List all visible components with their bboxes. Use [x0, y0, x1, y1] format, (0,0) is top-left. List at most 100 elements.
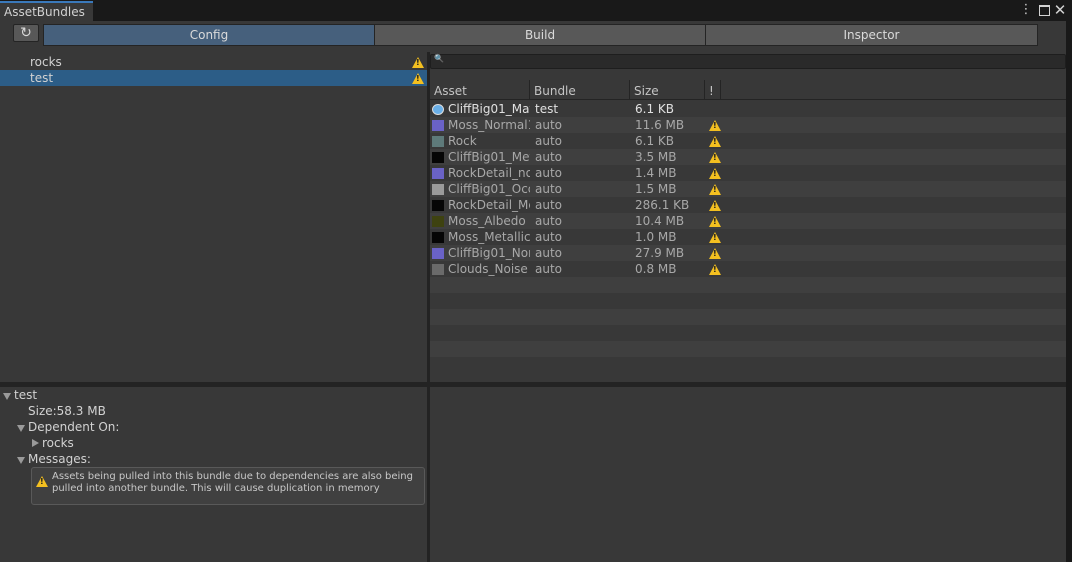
table-row[interactable]: CliffBig01_Nor auto 27.9 MB [430, 245, 1066, 261]
warning-icon [709, 120, 721, 131]
warning-icon [709, 216, 721, 227]
texture-icon [432, 168, 444, 179]
tab-config[interactable]: Config [43, 24, 375, 46]
texture-icon [432, 120, 444, 131]
table-row[interactable]: Moss_Albedo auto 10.4 MB [430, 213, 1066, 229]
texture-icon [432, 264, 444, 275]
asset-bundle: auto [535, 166, 563, 180]
texture-icon [432, 248, 444, 259]
asset-bundle: auto [535, 230, 563, 244]
empty-row [430, 357, 1066, 373]
message-box: Assets being pulled into this bundle due… [31, 467, 425, 505]
asset-size: 1.4 MB [635, 166, 677, 180]
title-bar [0, 0, 1072, 21]
window-edge [1066, 21, 1072, 562]
asset-table: Asset Bundle Size ! CliffBig01_Mat test 6.… [430, 74, 1066, 382]
close-icon[interactable]: ✕ [1053, 0, 1067, 20]
asset-bundle: auto [535, 262, 563, 276]
table-row[interactable]: Moss_Metallic auto 1.0 MB [430, 229, 1066, 245]
asset-name: CliffBig01_Mat [448, 102, 530, 116]
asset-bundle: auto [535, 182, 563, 196]
asset-size: 1.0 MB [635, 230, 677, 244]
asset-size: 0.8 MB [635, 262, 677, 276]
empty-panel [430, 387, 1066, 562]
tab-inspector[interactable]: Inspector [705, 24, 1038, 46]
column-header-size[interactable]: Size [630, 80, 705, 100]
texture-icon [432, 216, 444, 227]
bundle-name: rocks [30, 55, 62, 69]
warning-icon [36, 476, 48, 487]
search-icon: 🔍 [434, 54, 444, 63]
refresh-button[interactable]: ↻ [13, 24, 39, 42]
warning-icon [709, 184, 721, 195]
column-header-bundle[interactable]: Bundle [530, 80, 630, 100]
asset-size: 6.1 KB [635, 102, 674, 116]
warning-icon [709, 248, 721, 259]
asset-size: 286.1 KB [635, 198, 690, 212]
asset-bundle: auto [535, 150, 563, 164]
shader-icon [432, 136, 444, 147]
warning-icon [412, 73, 424, 84]
search-field[interactable]: 🔍 [430, 54, 1066, 69]
table-row[interactable]: Rock auto 6.1 KB [430, 133, 1066, 149]
refresh-icon: ↻ [20, 25, 32, 41]
empty-row [430, 293, 1066, 309]
table-row[interactable]: CliffBig01_Mat test 6.1 KB [430, 101, 1066, 117]
table-row[interactable]: RockDetail_no auto 1.4 MB [430, 165, 1066, 181]
asset-name: CliffBig01_Nor [448, 246, 530, 260]
table-row[interactable]: CliffBig01_Occ auto 1.5 MB [430, 181, 1066, 197]
asset-name: CliffBig01_Occ [448, 182, 530, 196]
asset-size: 27.9 MB [635, 246, 685, 260]
asset-bundle: test [535, 102, 559, 116]
texture-icon [432, 200, 444, 211]
material-icon [432, 104, 444, 115]
expand-triangle-icon[interactable] [3, 393, 11, 400]
maximize-icon[interactable] [1036, 0, 1052, 20]
window-title: AssetBundles [4, 5, 85, 19]
tab-build[interactable]: Build [374, 24, 706, 46]
empty-row [430, 341, 1066, 357]
asset-name: CliffBig01_Met [448, 150, 530, 164]
column-header-warning[interactable]: ! [705, 80, 721, 100]
bundle-name: test [30, 71, 54, 85]
asset-bundle: auto [535, 214, 563, 228]
empty-row [430, 277, 1066, 293]
asset-name: Moss_Normal1 [448, 118, 530, 132]
table-row[interactable]: Moss_Normal1 auto 11.6 MB [430, 117, 1066, 133]
asset-size: 6.1 KB [635, 134, 674, 148]
texture-icon [432, 152, 444, 163]
asset-name: RockDetail_Me [448, 198, 530, 212]
warning-icon [709, 200, 721, 211]
bundle-details: test Size:58.3 MB Dependent On: rocks Me… [0, 387, 427, 562]
asset-name: Clouds_Noise [448, 262, 528, 276]
bundle-row-rocks[interactable]: rocks [0, 54, 427, 70]
asset-size: 10.4 MB [635, 214, 685, 228]
dependency-item[interactable]: rocks [42, 435, 74, 451]
bundle-row-test[interactable]: test [0, 70, 427, 86]
asset-size: 3.5 MB [635, 150, 677, 164]
collapse-triangle-icon[interactable] [32, 439, 39, 447]
texture-icon [432, 184, 444, 195]
asset-bundle: auto [535, 118, 563, 132]
table-header: Asset Bundle Size ! [430, 80, 1066, 100]
warning-icon [412, 57, 424, 68]
details-size: Size:58.3 MB [28, 404, 106, 418]
window-tab[interactable]: AssetBundles [0, 1, 93, 21]
empty-row [430, 309, 1066, 325]
table-row[interactable]: Clouds_Noise auto 0.8 MB [430, 261, 1066, 277]
warning-icon [709, 152, 721, 163]
details-bundle-name: test [14, 388, 38, 402]
warning-icon [709, 136, 721, 147]
table-row[interactable]: RockDetail_Me auto 286.1 KB [430, 197, 1066, 213]
column-header-asset[interactable]: Asset [430, 80, 530, 100]
expand-triangle-icon[interactable] [17, 457, 25, 464]
expand-triangle-icon[interactable] [17, 425, 25, 432]
asset-name: Rock [448, 134, 477, 148]
kebab-menu-icon[interactable]: ⋮ [1019, 0, 1033, 20]
asset-bundle: auto [535, 246, 563, 260]
asset-size: 11.6 MB [635, 118, 685, 132]
table-row[interactable]: CliffBig01_Met auto 3.5 MB [430, 149, 1066, 165]
texture-icon [432, 232, 444, 243]
warning-icon [709, 168, 721, 179]
message-text: Assets being pulled into this bundle due… [52, 471, 413, 494]
